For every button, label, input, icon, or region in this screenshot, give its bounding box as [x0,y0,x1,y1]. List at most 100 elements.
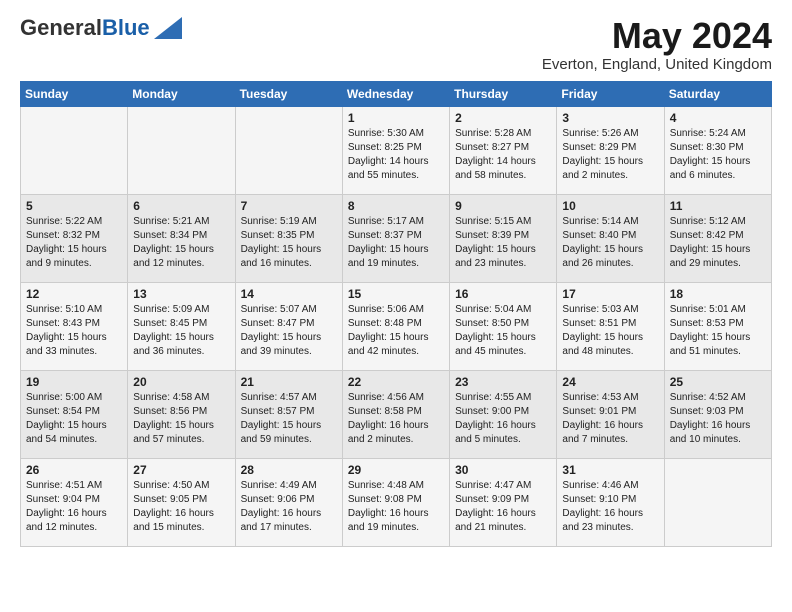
day-cell: 14Sunrise: 5:07 AM Sunset: 8:47 PM Dayli… [235,282,342,370]
day-cell: 8Sunrise: 5:17 AM Sunset: 8:37 PM Daylig… [342,194,449,282]
day-content: Sunrise: 4:56 AM Sunset: 8:58 PM Dayligh… [348,391,444,447]
day-number: 26 [26,463,122,477]
day-content: Sunrise: 5:06 AM Sunset: 8:48 PM Dayligh… [348,303,444,359]
day-content: Sunrise: 5:09 AM Sunset: 8:45 PM Dayligh… [133,303,229,359]
day-number: 27 [133,463,229,477]
header-row: SundayMondayTuesdayWednesdayThursdayFrid… [21,81,772,106]
day-cell: 19Sunrise: 5:00 AM Sunset: 8:54 PM Dayli… [21,370,128,458]
col-header-friday: Friday [557,81,664,106]
logo: GeneralBlue [20,16,182,40]
day-content: Sunrise: 4:55 AM Sunset: 9:00 PM Dayligh… [455,391,551,447]
day-cell: 2 Sunrise: 5:28 AM Sunset: 8:27 PM Daylig… [450,106,557,194]
day-cell: 23Sunrise: 4:55 AM Sunset: 9:00 PM Dayli… [450,370,557,458]
day-number: 12 [26,287,122,301]
day-number: 18 [670,287,766,301]
day-cell: 6 Sunrise: 5:21 AM Sunset: 8:34 PM Daylig… [128,194,235,282]
day-content: Sunrise: 5:30 AM Sunset: 8:25 PM Dayligh… [348,127,444,183]
day-number: 9 [455,199,551,213]
day-cell: 4Sunrise: 5:24 AM Sunset: 8:30 PM Daylig… [664,106,771,194]
month-title: May 2024 [542,16,772,56]
day-cell: 25 Sunrise: 4:52 AM Sunset: 9:03 PM Dayli… [664,370,771,458]
day-cell: 31Sunrise: 4:46 AM Sunset: 9:10 PM Dayli… [557,458,664,546]
day-cell: 3 Sunrise: 5:26 AM Sunset: 8:29 PM Daylig… [557,106,664,194]
day-cell: 15Sunrise: 5:06 AM Sunset: 8:48 PM Dayli… [342,282,449,370]
day-number: 28 [241,463,337,477]
day-content: Sunrise: 5:10 AM Sunset: 8:43 PM Dayligh… [26,303,122,359]
day-cell [21,106,128,194]
day-content: Sunrise: 5:28 AM Sunset: 8:27 PM Dayligh… [455,127,551,183]
col-header-tuesday: Tuesday [235,81,342,106]
day-content: Sunrise: 4:52 AM Sunset: 9:03 PM Dayligh… [670,391,766,447]
day-cell: 13 Sunrise: 5:09 AM Sunset: 8:45 PM Dayli… [128,282,235,370]
day-number: 13 [133,287,229,301]
day-content: Sunrise: 5:01 AM Sunset: 8:53 PM Dayligh… [670,303,766,359]
day-number: 16 [455,287,551,301]
day-number: 30 [455,463,551,477]
day-number: 14 [241,287,337,301]
day-cell: 16 Sunrise: 5:04 AM Sunset: 8:50 PM Dayli… [450,282,557,370]
day-number: 6 [133,199,229,213]
day-number: 2 [455,111,551,125]
day-number: 11 [670,199,766,213]
col-header-sunday: Sunday [21,81,128,106]
day-number: 5 [26,199,122,213]
day-cell: 30 Sunrise: 4:47 AM Sunset: 9:09 PM Dayli… [450,458,557,546]
day-cell [128,106,235,194]
day-cell [664,458,771,546]
day-number: 24 [562,375,658,389]
day-content: Sunrise: 5:14 AM Sunset: 8:40 PM Dayligh… [562,215,658,271]
day-number: 25 [670,375,766,389]
day-content: Sunrise: 5:04 AM Sunset: 8:50 PM Dayligh… [455,303,551,359]
day-content: Sunrise: 4:48 AM Sunset: 9:08 PM Dayligh… [348,479,444,535]
day-cell: 10Sunrise: 5:14 AM Sunset: 8:40 PM Dayli… [557,194,664,282]
week-row-1: 1 Sunrise: 5:30 AM Sunset: 8:25 PM Daylig… [21,106,772,194]
day-cell: 5 Sunrise: 5:22 AM Sunset: 8:32 PM Daylig… [21,194,128,282]
day-content: Sunrise: 4:46 AM Sunset: 9:10 PM Dayligh… [562,479,658,535]
day-content: Sunrise: 5:03 AM Sunset: 8:51 PM Dayligh… [562,303,658,359]
week-row-5: 26 Sunrise: 4:51 AM Sunset: 9:04 PM Dayli… [21,458,772,546]
day-content: Sunrise: 5:00 AM Sunset: 8:54 PM Dayligh… [26,391,122,447]
week-row-2: 5 Sunrise: 5:22 AM Sunset: 8:32 PM Daylig… [21,194,772,282]
day-cell: 20 Sunrise: 4:58 AM Sunset: 8:56 PM Dayli… [128,370,235,458]
day-content: Sunrise: 4:49 AM Sunset: 9:06 PM Dayligh… [241,479,337,535]
title-block: May 2024 Everton, England, United Kingdo… [542,16,772,73]
day-content: Sunrise: 5:26 AM Sunset: 8:29 PM Dayligh… [562,127,658,183]
day-cell: 24Sunrise: 4:53 AM Sunset: 9:01 PM Dayli… [557,370,664,458]
day-content: Sunrise: 5:21 AM Sunset: 8:34 PM Dayligh… [133,215,229,271]
day-content: Sunrise: 5:22 AM Sunset: 8:32 PM Dayligh… [26,215,122,271]
day-content: Sunrise: 4:58 AM Sunset: 8:56 PM Dayligh… [133,391,229,447]
day-content: Sunrise: 4:50 AM Sunset: 9:05 PM Dayligh… [133,479,229,535]
day-content: Sunrise: 5:17 AM Sunset: 8:37 PM Dayligh… [348,215,444,271]
day-number: 3 [562,111,658,125]
day-cell: 1 Sunrise: 5:30 AM Sunset: 8:25 PM Daylig… [342,106,449,194]
day-cell: 7 Sunrise: 5:19 AM Sunset: 8:35 PM Daylig… [235,194,342,282]
day-content: Sunrise: 4:51 AM Sunset: 9:04 PM Dayligh… [26,479,122,535]
day-number: 7 [241,199,337,213]
week-row-3: 12 Sunrise: 5:10 AM Sunset: 8:43 PM Dayli… [21,282,772,370]
day-content: Sunrise: 5:24 AM Sunset: 8:30 PM Dayligh… [670,127,766,183]
calendar-table: SundayMondayTuesdayWednesdayThursdayFrid… [20,81,772,547]
day-cell: 11Sunrise: 5:12 AM Sunset: 8:42 PM Dayli… [664,194,771,282]
page-header: GeneralBlue May 2024 Everton, England, U… [20,16,772,73]
day-cell: 28 Sunrise: 4:49 AM Sunset: 9:06 PM Dayli… [235,458,342,546]
day-number: 21 [241,375,337,389]
day-content: Sunrise: 4:57 AM Sunset: 8:57 PM Dayligh… [241,391,337,447]
location: Everton, England, United Kingdom [542,56,772,73]
day-content: Sunrise: 5:15 AM Sunset: 8:39 PM Dayligh… [455,215,551,271]
logo-general: General [20,15,102,40]
day-cell: 27 Sunrise: 4:50 AM Sunset: 9:05 PM Dayli… [128,458,235,546]
col-header-monday: Monday [128,81,235,106]
day-number: 20 [133,375,229,389]
day-cell: 18 Sunrise: 5:01 AM Sunset: 8:53 PM Dayli… [664,282,771,370]
day-content: Sunrise: 4:47 AM Sunset: 9:09 PM Dayligh… [455,479,551,535]
day-content: Sunrise: 5:19 AM Sunset: 8:35 PM Dayligh… [241,215,337,271]
day-number: 22 [348,375,444,389]
week-row-4: 19Sunrise: 5:00 AM Sunset: 8:54 PM Dayli… [21,370,772,458]
day-number: 29 [348,463,444,477]
day-number: 1 [348,111,444,125]
logo-blue: Blue [102,15,150,40]
day-cell: 22 Sunrise: 4:56 AM Sunset: 8:58 PM Dayli… [342,370,449,458]
day-cell: 9 Sunrise: 5:15 AM Sunset: 8:39 PM Daylig… [450,194,557,282]
day-cell: 12 Sunrise: 5:10 AM Sunset: 8:43 PM Dayli… [21,282,128,370]
day-cell: 21 Sunrise: 4:57 AM Sunset: 8:57 PM Dayli… [235,370,342,458]
